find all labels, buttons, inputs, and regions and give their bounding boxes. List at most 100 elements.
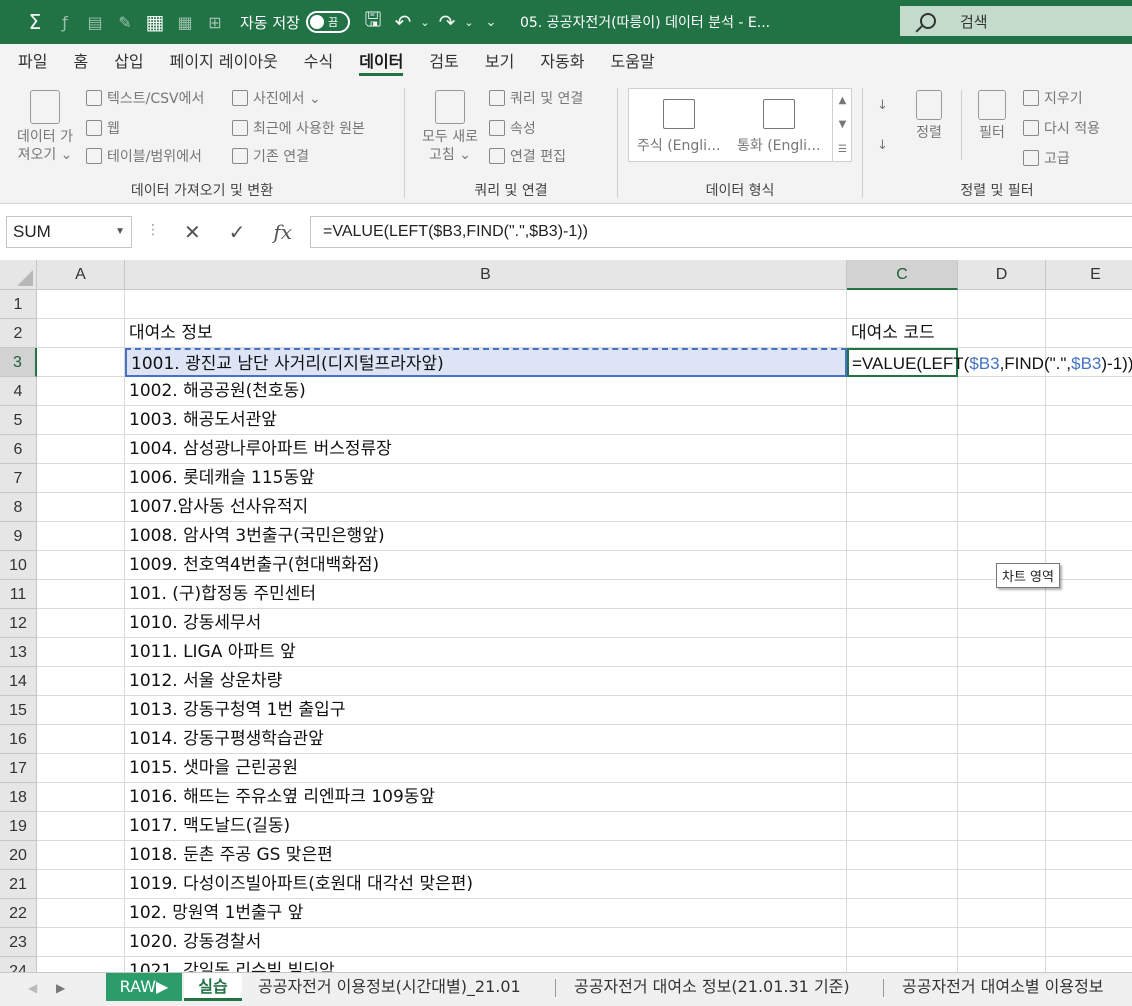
cell-c12[interactable]	[847, 609, 958, 638]
cell-b21[interactable]: 1019. 다성이즈빌아파트(호원대 대각선 맞은편)	[125, 870, 847, 899]
autosum-icon[interactable]: Σ	[20, 7, 50, 37]
row-header[interactable]: 14	[0, 667, 37, 696]
cell-c15[interactable]	[847, 696, 958, 725]
cell-c19[interactable]	[847, 812, 958, 841]
cell-d16[interactable]	[958, 725, 1046, 754]
cancel-icon[interactable]: ✕	[184, 220, 201, 244]
format-painter-icon[interactable]: ✎	[110, 7, 140, 37]
cell-c18[interactable]	[847, 783, 958, 812]
properties-button[interactable]: 속성	[489, 118, 536, 138]
save-icon[interactable]: 🖫	[358, 7, 388, 37]
row-header[interactable]: 12	[0, 609, 37, 638]
tab-file[interactable]: 파일	[18, 44, 47, 80]
cell-c6[interactable]	[847, 435, 958, 464]
from-table-button[interactable]: 테이블/범위에서	[86, 146, 202, 166]
cell-c2[interactable]: 대여소 코드	[847, 319, 958, 348]
cell-a21[interactable]	[37, 870, 125, 899]
tab-formulas[interactable]: 수식	[304, 44, 333, 80]
refresh-all-button[interactable]: 모두 새로 고침 ⌄	[415, 90, 485, 164]
reapply-button[interactable]: 다시 적용	[1023, 118, 1100, 138]
row-header[interactable]: 2	[0, 319, 37, 348]
customize-qat-icon[interactable]: ⌄	[476, 7, 506, 37]
tab-insert[interactable]: 삽입	[114, 44, 143, 80]
cell-b17[interactable]: 1015. 샛마을 근린공원	[125, 754, 847, 783]
tab-home[interactable]: 홈	[73, 44, 88, 80]
cell-b2[interactable]: 대여소 정보	[125, 319, 847, 348]
cell-d9[interactable]	[958, 522, 1046, 551]
from-picture-button[interactable]: 사진에서 ⌄	[232, 88, 321, 108]
cell-e17[interactable]	[1046, 754, 1132, 783]
cell-c7[interactable]	[847, 464, 958, 493]
cell-e18[interactable]	[1046, 783, 1132, 812]
cell-d14[interactable]	[958, 667, 1046, 696]
row-header[interactable]: 17	[0, 754, 37, 783]
row-header[interactable]: 11	[0, 580, 37, 609]
row-header[interactable]: 9	[0, 522, 37, 551]
tab-automate[interactable]: 자동화	[540, 44, 584, 80]
grid-icon[interactable]: ▦	[140, 7, 170, 37]
sheet-tab-practice[interactable]: 실습	[184, 973, 242, 1001]
cell-d13[interactable]	[958, 638, 1046, 667]
gallery-scroll[interactable]: ▲ ▼ ☰	[832, 88, 852, 162]
cell-e19[interactable]	[1046, 812, 1132, 841]
cell-d23[interactable]	[958, 928, 1046, 957]
cell-d4[interactable]	[958, 377, 1046, 406]
row-header[interactable]: 4	[0, 377, 37, 406]
cell-e12[interactable]	[1046, 609, 1132, 638]
from-web-button[interactable]: 웹	[86, 118, 120, 138]
cell-a3[interactable]	[37, 348, 125, 377]
name-box[interactable]: SUM ▼	[6, 216, 132, 248]
cell-b4[interactable]: 1002. 해공공원(천호동)	[125, 377, 847, 406]
cell-c21[interactable]	[847, 870, 958, 899]
tab-help[interactable]: 도움말	[610, 44, 654, 80]
cell-b13[interactable]: 1011. LIGA 아파트 앞	[125, 638, 847, 667]
cell-b9[interactable]: 1008. 암사역 3번출구(국민은행앞)	[125, 522, 847, 551]
cell-c14[interactable]	[847, 667, 958, 696]
cell-e22[interactable]	[1046, 899, 1132, 928]
more-icon[interactable]: ☰	[838, 144, 847, 155]
sort-button[interactable]: 정렬	[907, 90, 951, 142]
column-header-c[interactable]: C	[847, 260, 958, 290]
cell-c10[interactable]	[847, 551, 958, 580]
cell-d1[interactable]	[958, 290, 1046, 319]
cell-b20[interactable]: 1018. 둔촌 주공 GS 맞은편	[125, 841, 847, 870]
cell-d22[interactable]	[958, 899, 1046, 928]
cell-a18[interactable]	[37, 783, 125, 812]
cell-d17[interactable]	[958, 754, 1046, 783]
row-header[interactable]: 22	[0, 899, 37, 928]
cell-c5[interactable]	[847, 406, 958, 435]
queries-connections-button[interactable]: 쿼리 및 연결	[489, 88, 583, 108]
advanced-filter-button[interactable]: 고급	[1023, 148, 1070, 168]
existing-connections-button[interactable]: 기존 연결	[232, 146, 309, 166]
cell-a11[interactable]	[37, 580, 125, 609]
cell-a20[interactable]	[37, 841, 125, 870]
cell-d18[interactable]	[958, 783, 1046, 812]
cell-e16[interactable]	[1046, 725, 1132, 754]
edit-links-button[interactable]: 연결 편집	[489, 146, 566, 166]
cell-a15[interactable]	[37, 696, 125, 725]
undo-icon[interactable]: ↶	[388, 7, 418, 37]
cell-c20[interactable]	[847, 841, 958, 870]
cell-b5[interactable]: 1003. 해공도서관앞	[125, 406, 847, 435]
cell-b3[interactable]: 1001. 광진교 남단 사거리(디지털프라자앞)	[125, 348, 847, 377]
cell-b15[interactable]: 1013. 강동구청역 1번 출입구	[125, 696, 847, 725]
row-header[interactable]: 23	[0, 928, 37, 957]
cell-c17[interactable]	[847, 754, 958, 783]
cell-d24[interactable]	[958, 957, 1046, 972]
cell-a10[interactable]	[37, 551, 125, 580]
cell-c11[interactable]	[847, 580, 958, 609]
column-header-b[interactable]: B	[125, 260, 847, 290]
cell-b16[interactable]: 1014. 강동구평생학습관앞	[125, 725, 847, 754]
formula-input[interactable]: =VALUE(LEFT($B3,FIND(".",$B3)-1))	[310, 216, 1132, 248]
cell-b22[interactable]: 102. 망원역 1번출구 앞	[125, 899, 847, 928]
chevron-down-icon[interactable]: ▼	[839, 119, 847, 130]
tab-view[interactable]: 보기	[485, 44, 514, 80]
cell-e13[interactable]	[1046, 638, 1132, 667]
column-header-a[interactable]: A	[37, 260, 125, 290]
freeze-icon[interactable]: ⊞	[200, 7, 230, 37]
redo-dropdown-icon[interactable]: ⌄	[462, 7, 476, 37]
row-header[interactable]: 10	[0, 551, 37, 580]
cell-e9[interactable]	[1046, 522, 1132, 551]
number-format-icon[interactable]: ▤	[80, 7, 110, 37]
cell-d20[interactable]	[958, 841, 1046, 870]
